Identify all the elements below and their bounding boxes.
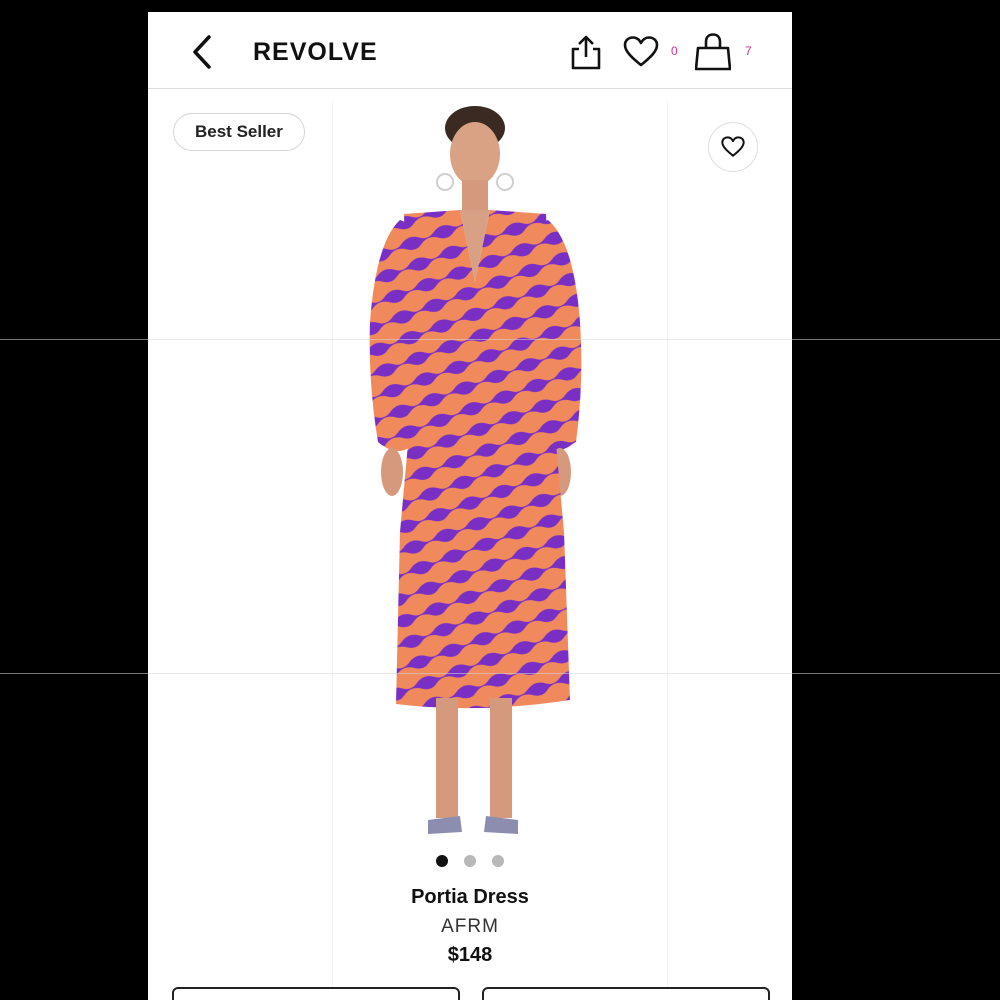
heart-icon xyxy=(721,136,745,157)
share-button[interactable] xyxy=(566,32,606,72)
app-header: REVOLVE 0 7 xyxy=(148,12,792,89)
cart-count: 7 xyxy=(745,44,752,58)
product-name: Portia Dress xyxy=(411,886,529,908)
product-image[interactable] xyxy=(348,92,608,852)
carousel-dot-1[interactable] xyxy=(436,855,448,867)
back-chevron-icon xyxy=(193,35,211,69)
brand-logo[interactable]: REVOLVE xyxy=(253,38,378,67)
carousel-dot-2[interactable] xyxy=(464,855,476,867)
product-designer[interactable]: AFRM xyxy=(148,916,792,938)
add-to-bag-button[interactable] xyxy=(482,987,770,1000)
favorite-button[interactable] xyxy=(708,122,758,172)
heart-icon xyxy=(623,36,659,67)
screen: REVOLVE 0 7 Best Seller Portia Dress AFR… xyxy=(0,0,1000,1000)
shopping-bag-icon xyxy=(695,33,731,71)
wishlist-button[interactable] xyxy=(621,32,661,72)
guide-line xyxy=(0,339,1000,340)
carousel-dot-3[interactable] xyxy=(492,855,504,867)
cart-button[interactable] xyxy=(693,32,733,72)
app-frame: REVOLVE 0 7 Best Seller Portia Dress AFR… xyxy=(148,12,792,1000)
product-price: $148 xyxy=(447,944,493,966)
size-selector[interactable] xyxy=(172,987,460,1000)
share-icon xyxy=(571,35,601,70)
image-carousel-dots xyxy=(148,855,792,869)
wishlist-count: 0 xyxy=(671,44,678,58)
back-button[interactable] xyxy=(184,32,220,72)
best-seller-badge: Best Seller xyxy=(173,113,305,151)
top-bar xyxy=(0,0,1000,12)
guide-line xyxy=(0,673,1000,674)
